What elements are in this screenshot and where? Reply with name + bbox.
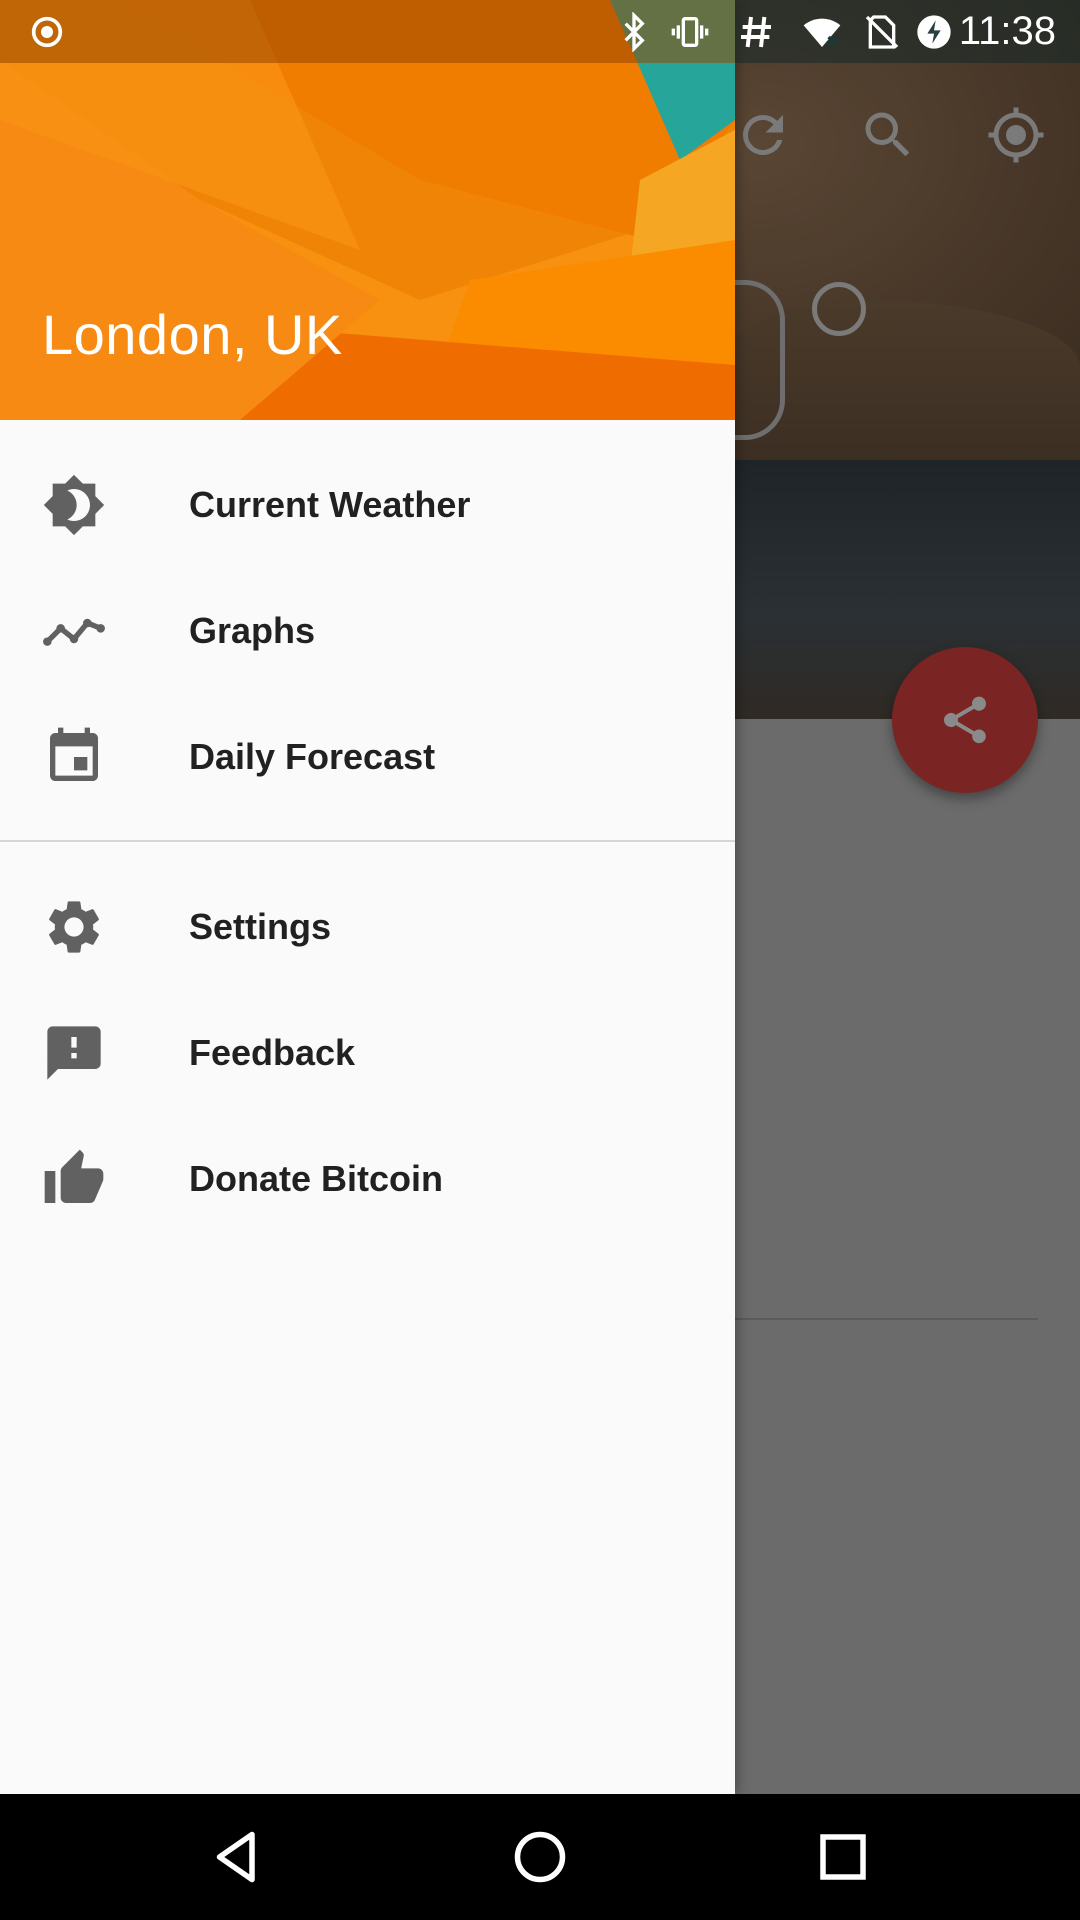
share-icon (943, 696, 987, 744)
menu-item-label: Current Weather (189, 484, 471, 525)
vibrate-icon (664, 0, 716, 63)
background-divider (735, 1318, 1038, 1320)
refresh-icon[interactable] (733, 105, 793, 165)
header-location: London, UK (42, 303, 343, 366)
menu-item-daily-forecast[interactable]: Daily Forecast (0, 694, 735, 820)
feedback-icon (42, 1021, 106, 1085)
back-icon[interactable] (207, 1827, 267, 1887)
menu-item-graphs[interactable]: Graphs (0, 568, 735, 694)
status-time: 11:38 (958, 9, 1056, 53)
background-degree-ring (812, 282, 866, 336)
navigation-drawer: London, UK Current Weather Graphs Daily … (0, 0, 735, 1794)
menu-divider (0, 840, 735, 842)
menu-item-label: Feedback (189, 1032, 356, 1073)
hashtag-icon (734, 0, 778, 63)
share-button[interactable] (892, 647, 1038, 793)
home-icon[interactable] (510, 1827, 570, 1887)
calendar-icon (42, 725, 106, 789)
menu-item-donate-bitcoin[interactable]: Donate Bitcoin (0, 1116, 735, 1242)
search-icon[interactable] (858, 105, 918, 165)
menu-item-label: Settings (189, 906, 332, 947)
recents-icon[interactable] (813, 1827, 873, 1887)
menu-item-settings[interactable]: Settings (0, 864, 735, 990)
status-bar: 11:38 (0, 0, 1080, 63)
menu-item-label: Graphs (189, 610, 316, 651)
day-night-icon (42, 473, 106, 537)
drawer-menu: Current Weather Graphs Daily Forecast Se… (0, 420, 735, 1242)
my-location-icon[interactable] (986, 105, 1046, 165)
gear-icon (42, 895, 106, 959)
system-nav-bar (0, 1794, 1080, 1920)
drawer-header: London, UK (0, 0, 735, 420)
bluetooth-icon (612, 0, 656, 63)
trending-line-icon (42, 599, 106, 663)
record-icon (26, 0, 68, 63)
menu-item-current-weather[interactable]: Current Weather (0, 442, 735, 568)
menu-item-feedback[interactable]: Feedback (0, 990, 735, 1116)
battery-charging-icon (912, 0, 956, 63)
menu-item-label: Daily Forecast (189, 736, 436, 777)
menu-item-label: Donate Bitcoin (189, 1158, 444, 1199)
wifi-icon (796, 0, 848, 63)
thumbs-up-icon (42, 1147, 106, 1211)
no-sim-icon (862, 0, 902, 63)
